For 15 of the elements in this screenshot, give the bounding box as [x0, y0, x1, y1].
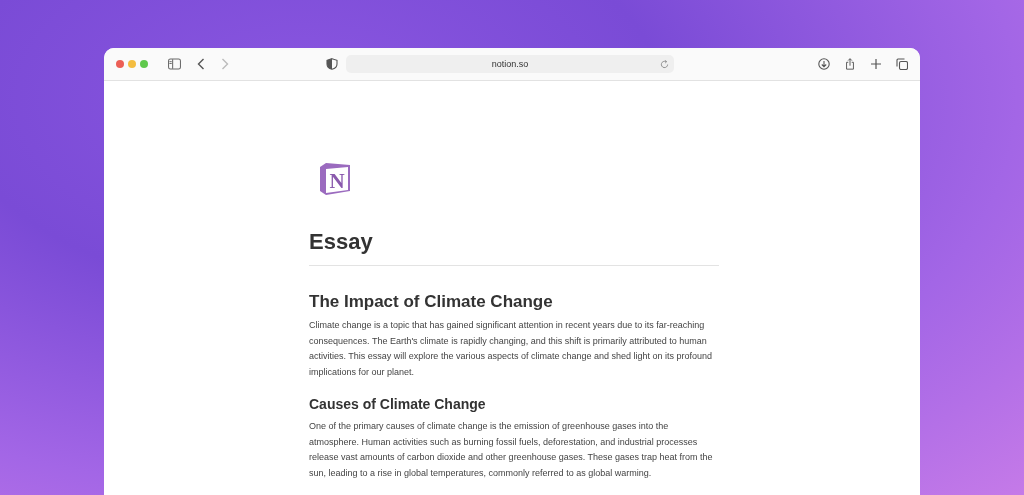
page-title: Essay	[309, 228, 374, 256]
share-icon[interactable]	[844, 58, 856, 70]
close-button[interactable]	[116, 60, 124, 68]
address-bar[interactable]: notion.so	[346, 55, 674, 73]
shield-icon[interactable]	[326, 58, 338, 70]
subsection-heading: Causes of Climate Change	[309, 395, 487, 414]
download-icon[interactable]	[818, 58, 830, 70]
paragraph: Climate change is a topic that has gained significant attention in recent years due to its far-reaching consequences. The Earth's climate is rapidly changing, and this shift is primarily attributed to human activities. This essay will explore the various aspects of climate change and shed light on its profound implications for our planet.	[309, 319, 714, 379]
tabs-overview-icon[interactable]	[896, 58, 908, 70]
paragraph: One of the primary causes of climate change is the emission of greenhouse gases into the atmosphere. Human activities such as burning fossil fuels, deforestation, and industrial processes release vast amounts of carbon dioxide and other greenhouse gases. These gases trap heat from the sun, leading to a rise in global temperatures, commonly referred to as global warming.	[309, 420, 714, 480]
new-tab-icon[interactable]	[870, 58, 882, 70]
section-heading: The Impact of Climate Change	[309, 291, 554, 313]
sidebar-icon[interactable]	[168, 58, 181, 70]
notion-logo: N	[317, 161, 353, 197]
back-icon[interactable]	[197, 58, 205, 70]
